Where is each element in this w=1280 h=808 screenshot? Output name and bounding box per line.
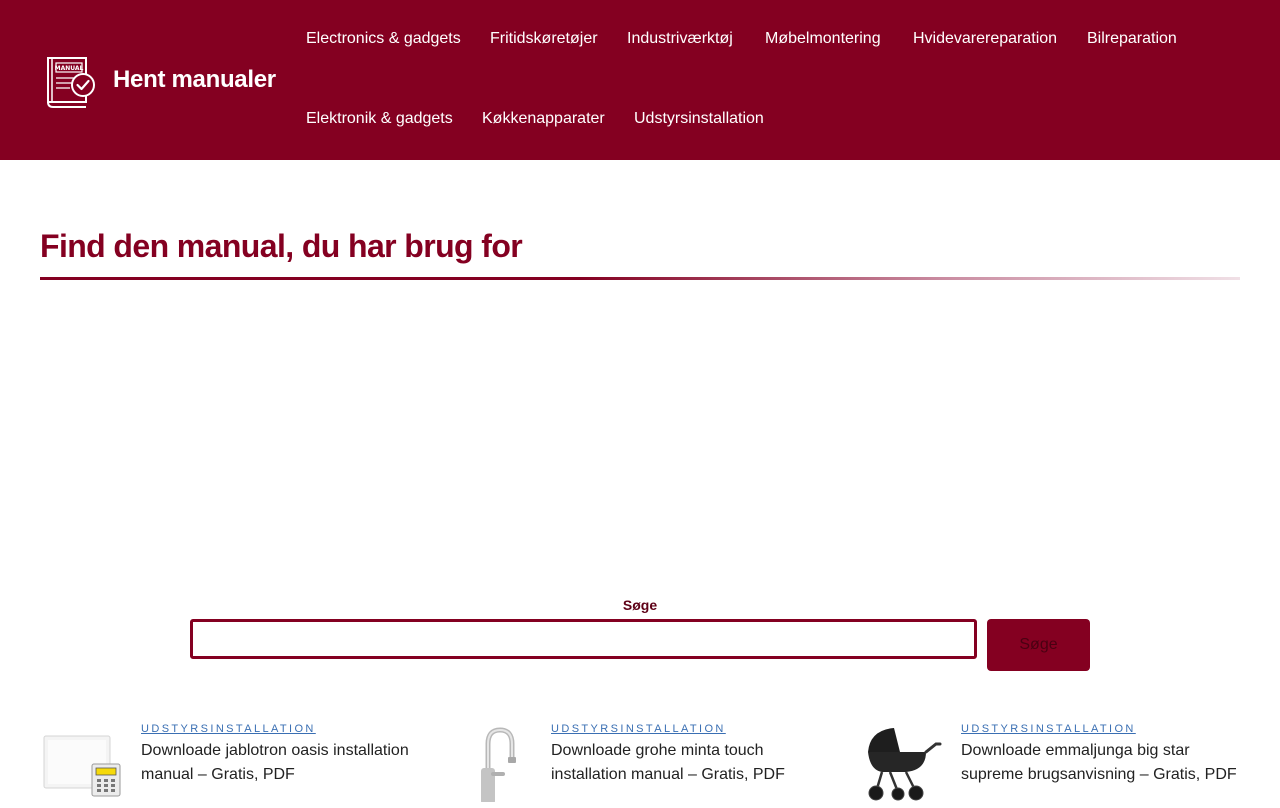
manual-book-icon: MANUAL [47,57,95,108]
post-title-link[interactable]: Downloade emmaljunga big star supreme br… [961,739,1251,787]
svg-text:MANUAL: MANUAL [55,65,84,72]
nav-item-electronics-gadgets[interactable]: Electronics & gadgets [306,30,461,48]
search-label: Søge [622,597,658,613]
post-category-link[interactable]: UDSTYRSINSTALLATION [961,723,1136,735]
nav-item-hvidevarereparation[interactable]: Hvidevarereparation [913,30,1057,48]
post-title-link[interactable]: Downloade jablotron oasis installation m… [141,739,431,787]
site-header: MANUAL Hent manualer Electronics & gadge… [0,0,1280,160]
nav-item-udstyrsinstallation[interactable]: Udstyrsinstallation [634,110,764,128]
search-input[interactable] [190,619,977,659]
search-button[interactable]: Søge [987,619,1090,671]
nav-item-mobelmontering[interactable]: Møbelmontering [765,30,881,48]
post-category-link[interactable]: UDSTYRSINSTALLATION [141,723,316,735]
page-title: Find den manual, du har brug for [40,228,523,264]
post-card: UDSTYRSINSTALLATION Downloade grohe mint… [450,718,860,808]
nav-item-fritidskoretojer[interactable]: Fritidskøretøjer [490,30,598,48]
kitchen-faucet-image[interactable] [450,722,540,802]
site-title[interactable]: Hent manualer [113,66,276,94]
nav-item-bilreparation[interactable]: Bilreparation [1087,30,1177,48]
post-card: UDSTYRSINSTALLATION Downloade jablotron … [40,718,450,808]
title-divider [40,277,1240,280]
alarm-keypad-image[interactable] [40,722,130,802]
nav-item-elektronik-gadgets[interactable]: Elektronik & gadgets [306,110,453,128]
nav-item-industrivaerktoj[interactable]: Industriværktøj [627,30,733,48]
post-category-link[interactable]: UDSTYRSINSTALLATION [551,723,726,735]
site-logo[interactable]: MANUAL [40,52,98,110]
post-title-link[interactable]: Downloade grohe minta touch installation… [551,739,841,787]
pram-image[interactable] [860,722,950,802]
post-card: UDSTYRSINSTALLATION Downloade emmaljunga… [860,718,1270,808]
nav-item-kokkenapparater[interactable]: Køkkenapparater [482,110,605,128]
